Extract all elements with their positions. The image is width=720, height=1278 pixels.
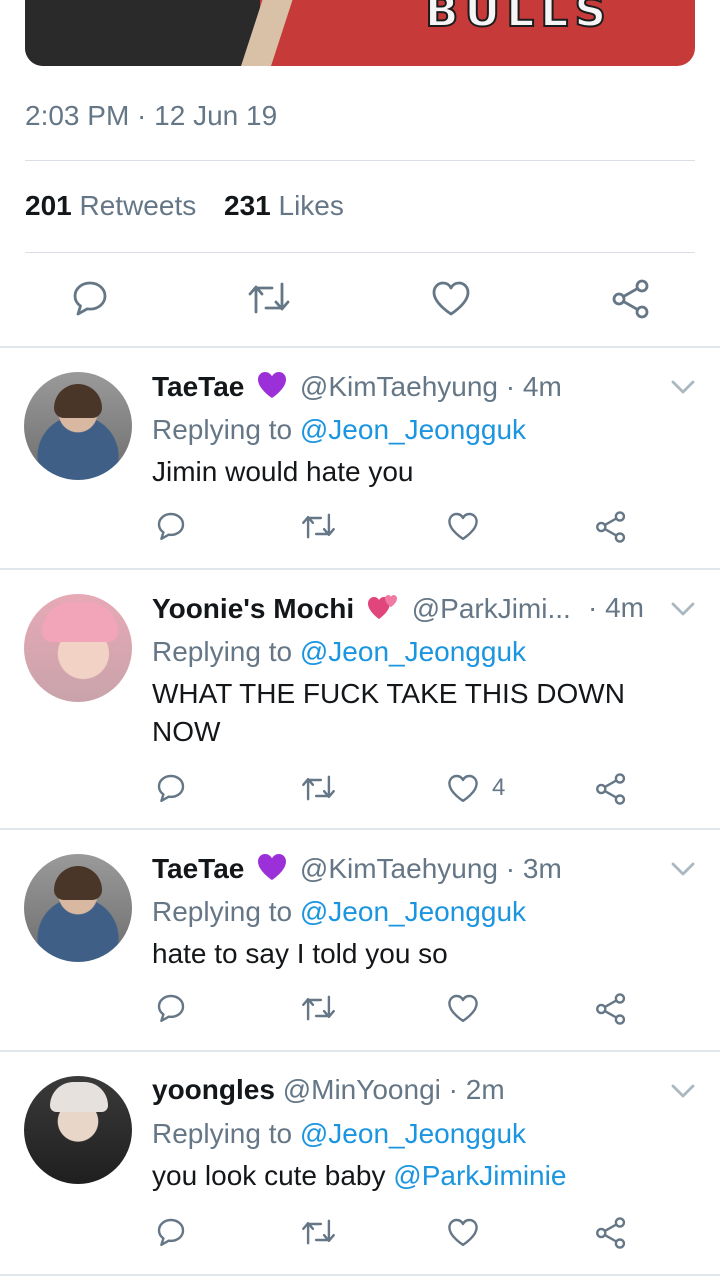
reply-icon[interactable] (155, 992, 187, 1024)
tweet-text: WHAT THE FUCK TAKE THIS DOWN NOW (152, 678, 625, 747)
handle-time[interactable]: @KimTaehyung · 3m (300, 853, 562, 884)
display-name[interactable]: TaeTae (152, 853, 244, 884)
retweet-icon[interactable] (300, 510, 337, 542)
avatar[interactable] (24, 854, 132, 962)
reply-icon[interactable] (70, 278, 110, 318)
replying-label: Replying to (152, 896, 293, 927)
retweet-icon[interactable] (246, 278, 292, 318)
chevron-down-icon[interactable] (670, 378, 696, 401)
tweet-text: Jimin would hate you (152, 456, 414, 487)
retweets-count[interactable]: 201 (25, 190, 72, 221)
tweet-text: you look cute baby @ParkJiminie (152, 1157, 692, 1195)
reply-tweet[interactable]: yoongles @MinYoongi · 2m Replying to @Je… (0, 1052, 720, 1274)
handle[interactable]: @ParkJimi... (412, 593, 571, 624)
replying-to: Replying to @Jeon_Jeongguk (152, 896, 526, 928)
mention-link[interactable]: @Jeon_Jeongguk (300, 896, 526, 927)
heart-icon (448, 774, 478, 802)
likes-label[interactable]: Likes (279, 190, 344, 221)
reply-header: yoongles @MinYoongi · 2m (152, 1074, 505, 1106)
chevron-down-icon[interactable] (670, 1082, 696, 1105)
chevron-down-icon[interactable] (670, 860, 696, 883)
reply-header: TaeTae @KimTaehyung · 3m (152, 852, 562, 889)
divider (25, 252, 695, 253)
share-icon[interactable] (610, 278, 652, 320)
reply-icon[interactable] (155, 772, 187, 804)
reply-header: TaeTae @KimTaehyung · 4m (152, 370, 562, 407)
mention-link[interactable]: @Jeon_Jeongguk (300, 1118, 526, 1149)
heart-icon[interactable] (430, 278, 472, 318)
retweet-icon[interactable] (300, 772, 337, 804)
reply-icon[interactable] (155, 1216, 187, 1248)
share-icon[interactable] (594, 992, 628, 1026)
avatar[interactable] (24, 372, 132, 480)
retweet-icon[interactable] (300, 992, 337, 1024)
share-icon[interactable] (594, 772, 628, 806)
replying-to: Replying to @Jeon_Jeongguk (152, 636, 526, 668)
image-dark-region (25, 0, 260, 66)
like-count: 4 (492, 774, 506, 801)
jersey-text: BULLS (424, 0, 613, 38)
mention-link[interactable]: @Jeon_Jeongguk (300, 636, 526, 667)
avatar[interactable] (24, 594, 132, 702)
divider (0, 1274, 720, 1276)
replying-label: Replying to (152, 1118, 293, 1149)
reply-tweet[interactable]: TaeTae @KimTaehyung · 3m Replying to @Je… (0, 830, 720, 1050)
tweet-stats: 201 Retweets 231 Likes (25, 190, 364, 222)
like-button[interactable]: 4 (446, 772, 505, 804)
heart-icon[interactable] (446, 992, 480, 1024)
chevron-down-icon[interactable] (670, 600, 696, 623)
reply-icon[interactable] (155, 510, 187, 542)
tweet-text-body: you look cute baby (152, 1160, 386, 1191)
avatar[interactable] (24, 1076, 132, 1184)
purple-heart-icon (256, 852, 288, 889)
likes-count[interactable]: 231 (224, 190, 271, 221)
retweet-icon[interactable] (300, 1216, 337, 1248)
share-icon[interactable] (594, 510, 628, 544)
handle-time[interactable]: @KimTaehyung · 4m (300, 371, 562, 402)
tweet-timestamp: 2:03 PM · 12 Jun 19 (25, 100, 278, 131)
divider (25, 160, 695, 161)
display-name[interactable]: TaeTae (152, 371, 244, 402)
replying-label: Replying to (152, 414, 293, 445)
tweet-image[interactable]: BULLS (25, 0, 695, 66)
replying-to: Replying to @Jeon_Jeongguk (152, 414, 526, 446)
mention-link[interactable]: @Jeon_Jeongguk (300, 414, 526, 445)
tweet-text: hate to say I told you so (152, 938, 448, 969)
reply-header: Yoonie's Mochi @ParkJimi... (152, 592, 571, 629)
heart-icon[interactable] (446, 510, 480, 542)
handle-time[interactable]: @MinYoongi · 2m (283, 1074, 505, 1105)
mention-link[interactable]: @ParkJiminie (393, 1160, 566, 1191)
display-name[interactable]: yoongles (152, 1074, 275, 1105)
main-action-bar (0, 278, 720, 322)
retweets-label[interactable]: Retweets (80, 190, 197, 221)
reply-tweet[interactable]: Yoonie's Mochi @ParkJimi... · 4m Replyin… (0, 570, 720, 828)
share-icon[interactable] (594, 1216, 628, 1250)
two-hearts-icon (366, 592, 400, 629)
replying-to: Replying to @Jeon_Jeongguk (152, 1118, 526, 1150)
reply-tweet[interactable]: TaeTae @KimTaehyung · 4m Replying to @Je… (0, 348, 720, 568)
heart-icon[interactable] (446, 1216, 480, 1248)
display-name[interactable]: Yoonie's Mochi (152, 593, 354, 624)
replying-label: Replying to (152, 636, 293, 667)
reply-time: · 4m (588, 592, 644, 623)
purple-heart-icon (256, 370, 288, 407)
